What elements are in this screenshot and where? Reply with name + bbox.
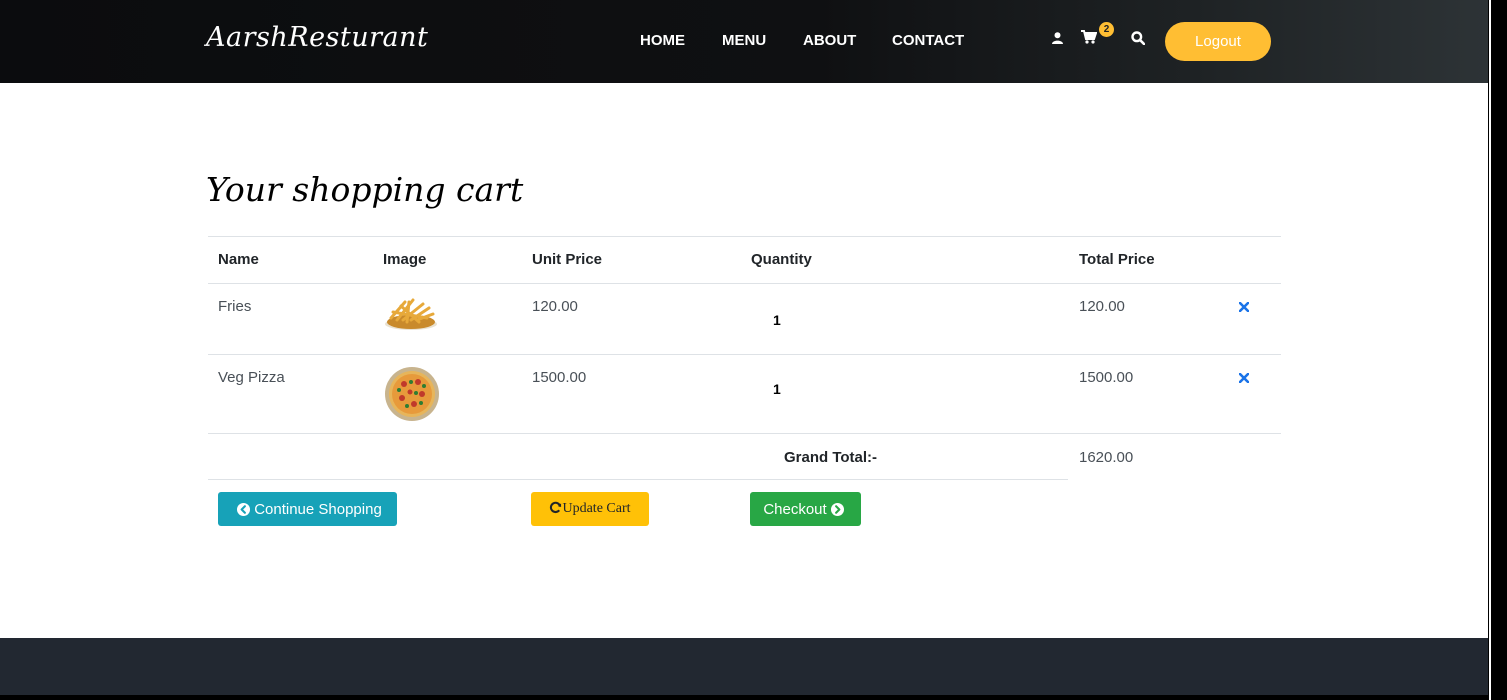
checkout-button[interactable]: Checkout xyxy=(750,492,861,526)
continue-shopping-button[interactable]: Continue Shopping xyxy=(218,492,397,526)
arrow-circle-right-icon xyxy=(830,501,844,517)
window-edge xyxy=(1488,0,1507,700)
item-total-price: 120.00 xyxy=(1079,298,1125,315)
item-name: Fries xyxy=(218,298,252,315)
nav-home[interactable]: HOME xyxy=(640,32,685,49)
table-header-border xyxy=(208,283,1281,284)
site-footer xyxy=(0,638,1488,700)
item-total-price: 1500.00 xyxy=(1079,369,1134,386)
fries-image xyxy=(383,292,439,336)
nav-about[interactable]: ABOUT xyxy=(803,32,856,49)
page-title: Your shopping cart xyxy=(206,170,524,209)
checkout-label: Checkout xyxy=(763,500,827,518)
table-top-border xyxy=(208,236,1281,237)
grand-total-value: 1620.00 xyxy=(1079,449,1134,466)
col-header-total-price: Total Price xyxy=(1079,251,1155,268)
item-name: Veg Pizza xyxy=(218,369,285,386)
cart-icon[interactable] xyxy=(1081,29,1098,49)
page: AarshResturant HOME MENU ABOUT CONTACT 2… xyxy=(0,0,1488,700)
col-header-unit-price: Unit Price xyxy=(532,251,603,268)
brand-logo[interactable]: AarshResturant xyxy=(206,22,428,53)
footer-edge xyxy=(0,695,1488,700)
logout-button[interactable]: Logout xyxy=(1165,22,1271,61)
user-icon[interactable] xyxy=(1052,32,1063,48)
search-icon[interactable] xyxy=(1131,30,1146,49)
col-header-quantity: Quantity xyxy=(751,251,812,268)
col-header-name: Name xyxy=(218,251,259,268)
pizza-image xyxy=(384,366,440,426)
cart-count-badge: 2 xyxy=(1099,22,1114,37)
continue-shopping-label: Continue Shopping xyxy=(254,500,382,518)
grand-total-label: Grand Total:- xyxy=(784,449,878,466)
row-divider xyxy=(208,433,1281,434)
refresh-icon xyxy=(549,501,562,517)
item-quantity[interactable]: 1 xyxy=(773,381,781,397)
nav-contact[interactable]: CONTACT xyxy=(892,32,964,49)
row-divider xyxy=(208,354,1281,355)
col-header-image: Image xyxy=(383,251,427,268)
scrollbar-track[interactable] xyxy=(1489,0,1491,700)
nav-menu[interactable]: MENU xyxy=(722,32,766,49)
update-cart-button[interactable]: Update Cart xyxy=(531,492,649,526)
total-divider xyxy=(208,479,1068,480)
item-quantity[interactable]: 1 xyxy=(773,312,781,328)
item-unit-price: 120.00 xyxy=(532,298,578,315)
item-unit-price: 1500.00 xyxy=(532,369,587,386)
remove-item-icon[interactable] xyxy=(1238,369,1250,387)
arrow-circle-left-icon xyxy=(237,501,251,517)
update-cart-label: Update Cart xyxy=(562,501,631,516)
site-header: AarshResturant HOME MENU ABOUT CONTACT 2… xyxy=(0,0,1488,83)
remove-item-icon[interactable] xyxy=(1238,298,1250,316)
